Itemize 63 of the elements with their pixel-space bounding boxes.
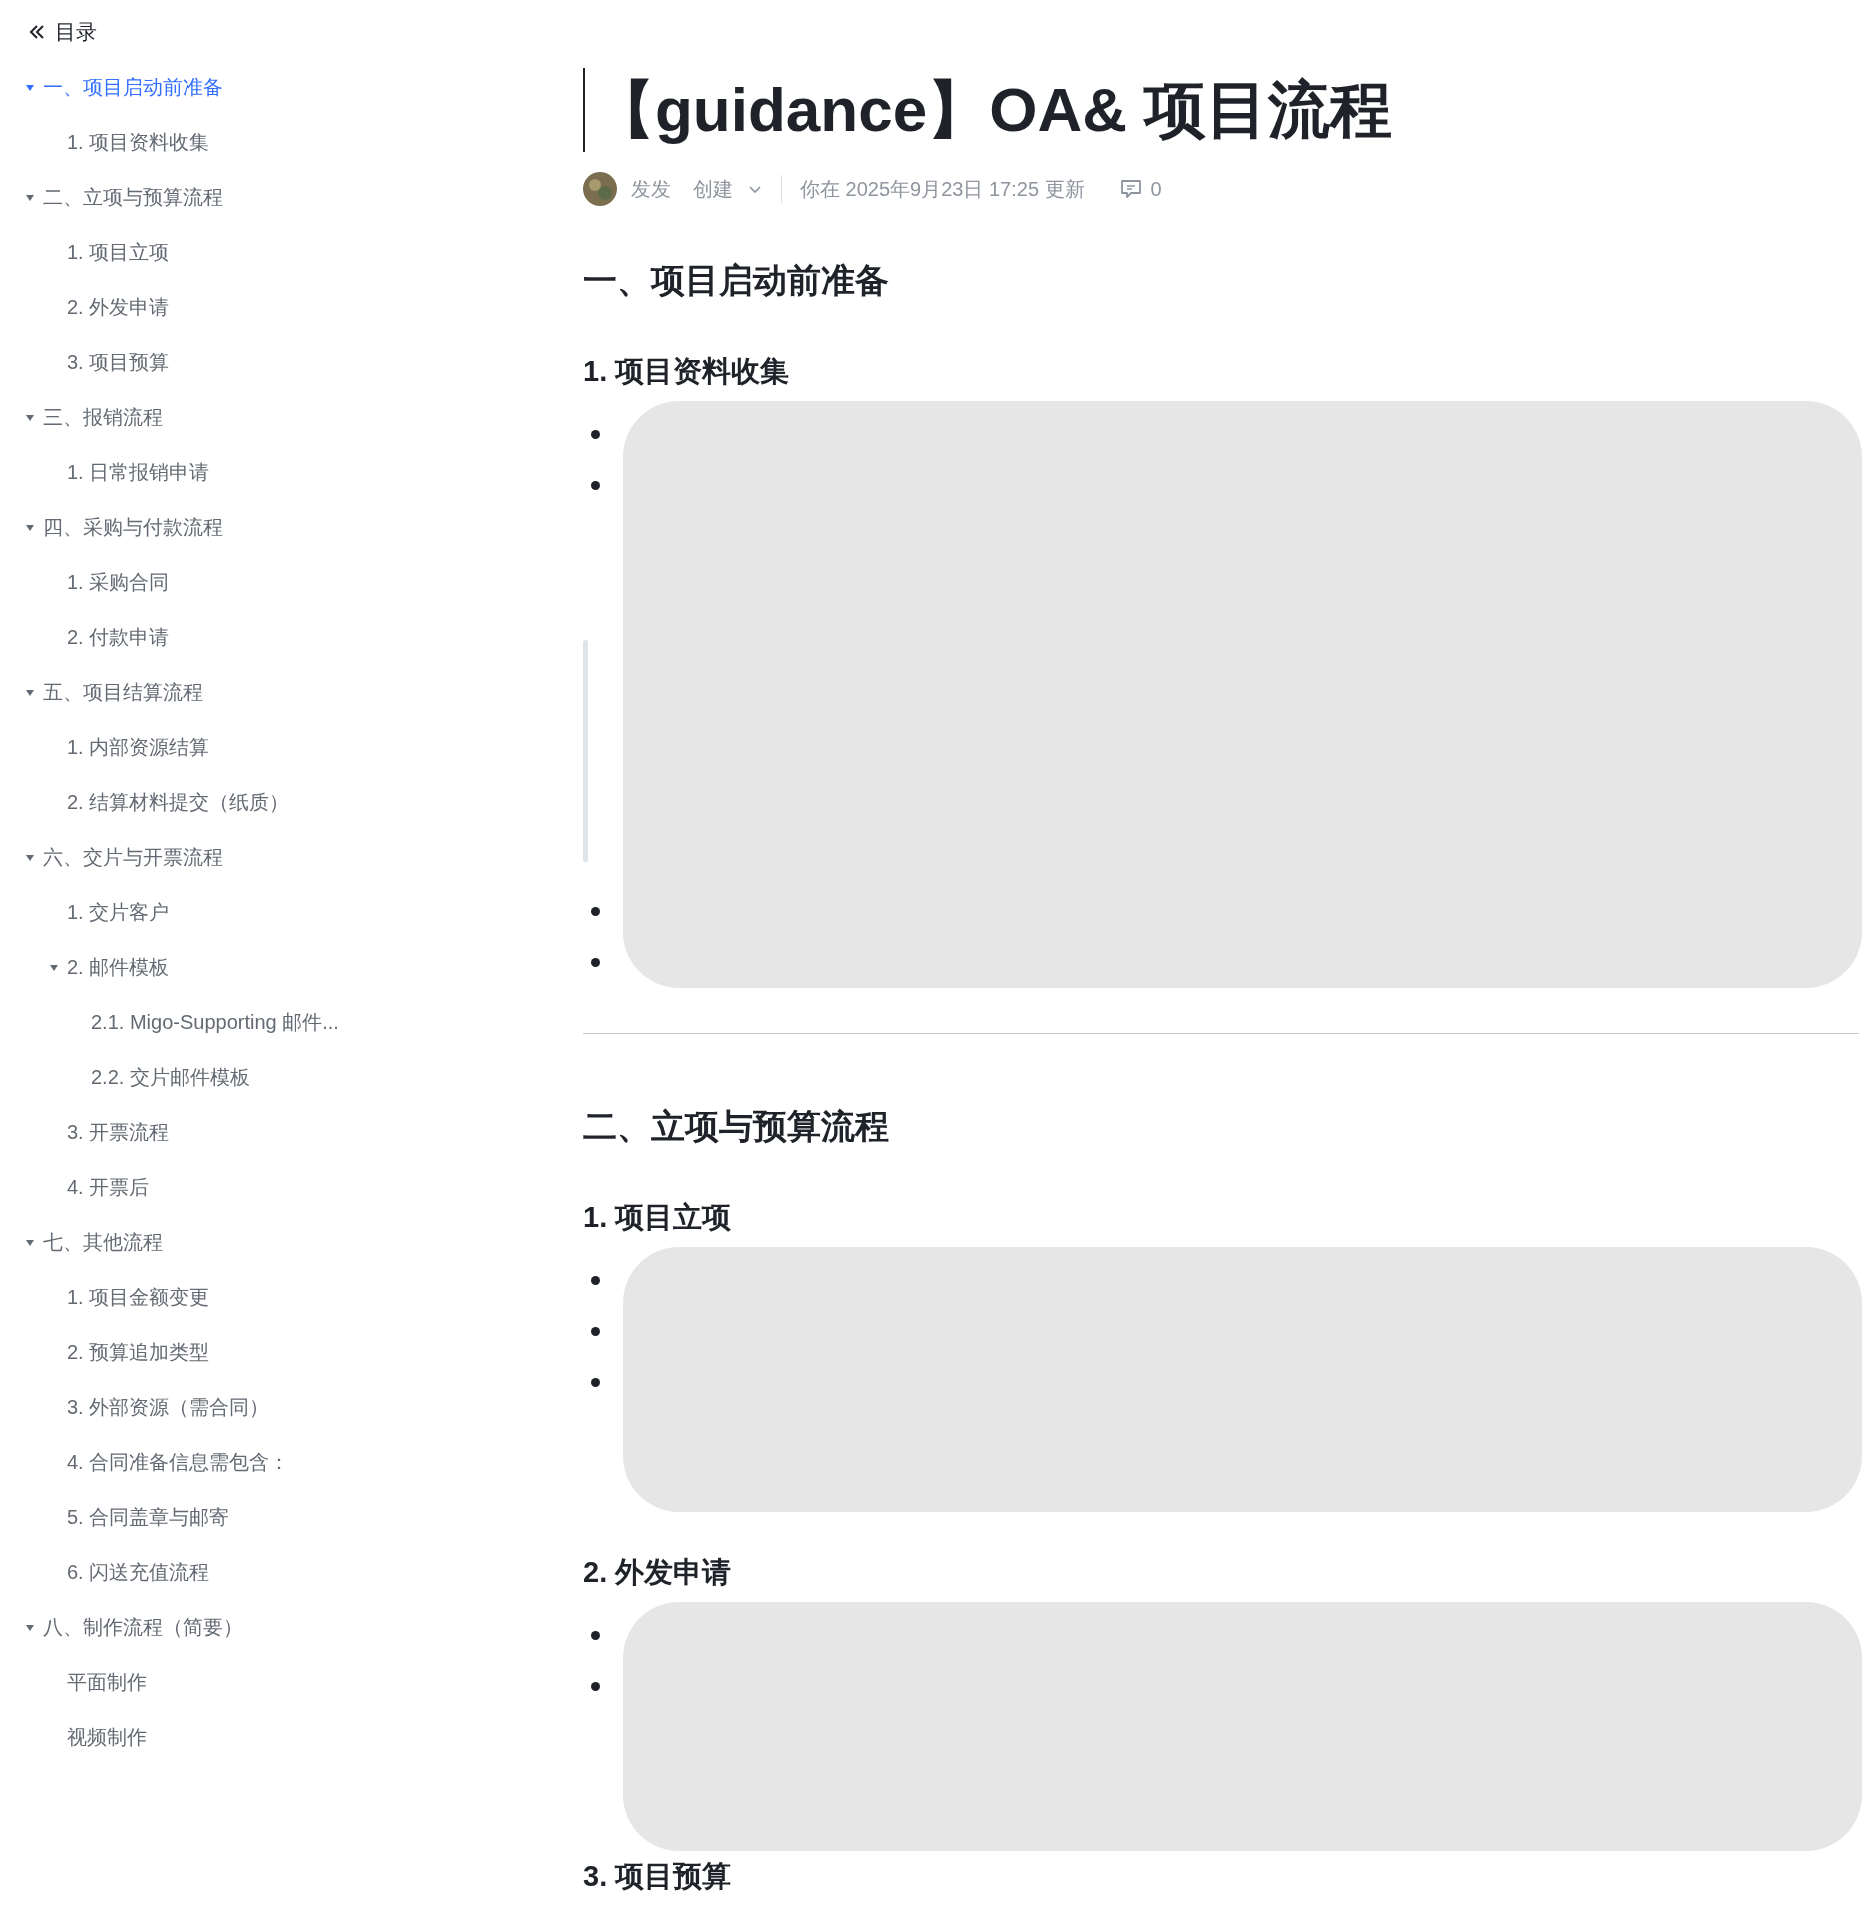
section-heading: 二、立项与预算流程 — [583, 1106, 890, 1147]
caret-down-icon[interactable] — [25, 852, 35, 863]
caret-down-icon[interactable] — [25, 82, 35, 93]
bullet-icon — [591, 958, 600, 967]
toc-item[interactable]: 七、其他流程 — [43, 1229, 163, 1256]
toc-item[interactable]: 2. 邮件模板 — [67, 954, 170, 981]
created-label: 创建 — [693, 176, 733, 202]
toc-item[interactable]: 3. 外部资源（需合同） — [67, 1394, 270, 1421]
toc-item[interactable]: 六、交片与开票流程 — [43, 844, 223, 871]
toc-item[interactable]: 1. 日常报销申请 — [67, 459, 210, 486]
author-name[interactable]: 发发 — [631, 175, 671, 203]
subsection-heading: 1. 项目立项 — [583, 1200, 733, 1235]
toc-item[interactable]: 4. 合同准备信息需包含： — [67, 1449, 290, 1476]
toc-item[interactable]: 1. 项目金额变更 — [67, 1284, 210, 1311]
toc-item[interactable]: 1. 采购合同 — [67, 569, 170, 596]
bullet-icon — [591, 1378, 600, 1387]
toc-item[interactable]: 2.2. 交片邮件模板 — [91, 1064, 250, 1091]
toc-item[interactable]: 2. 外发申请 — [67, 294, 170, 321]
bullet-icon — [591, 1682, 600, 1691]
bullet-icon — [591, 1276, 600, 1285]
toc-item[interactable]: 视频制作 — [67, 1724, 147, 1751]
caret-down-icon[interactable] — [25, 192, 35, 203]
updated-text: 你在 2025年9月23日 17:25 更新 — [800, 176, 1085, 202]
toc-item[interactable]: 四、采购与付款流程 — [43, 514, 223, 541]
toc-item[interactable]: 五、项目结算流程 — [43, 679, 203, 706]
comment-count: 0 — [1150, 177, 1162, 201]
toc-item[interactable]: 1. 交片客户 — [67, 899, 170, 926]
subsection-heading: 3. 项目预算 — [583, 1859, 733, 1894]
toc-title: 目录 — [55, 19, 97, 45]
bullet-icon — [591, 1327, 600, 1336]
avatar[interactable] — [583, 172, 617, 206]
toc-item[interactable]: 1. 项目立项 — [67, 239, 170, 266]
toc-item[interactable]: 2.1. Migo-Supporting 邮件... — [91, 1009, 339, 1036]
section-heading: 一、项目启动前准备 — [583, 260, 890, 301]
comment-icon[interactable] — [1118, 177, 1143, 201]
bullet-icon — [591, 430, 600, 439]
caret-down-icon[interactable] — [25, 687, 35, 698]
toc-item[interactable]: 6. 闪送充值流程 — [67, 1559, 210, 1586]
toc-item[interactable]: 2. 结算材料提交（纸质） — [67, 789, 290, 816]
toc-item[interactable]: 2. 预算追加类型 — [67, 1339, 210, 1366]
toc-item[interactable]: 三、报销流程 — [43, 404, 163, 431]
caret-down-icon[interactable] — [25, 522, 35, 533]
caret-down-icon[interactable] — [25, 412, 35, 423]
bullet-icon — [591, 907, 600, 916]
toc-item[interactable]: 1. 内部资源结算 — [67, 734, 210, 761]
subsection-heading: 1. 项目资料收集 — [583, 354, 791, 389]
document-title: 【guidance】OA& 项目流程 — [593, 74, 1393, 146]
bullet-icon — [591, 481, 600, 490]
toc-item[interactable]: 二、立项与预算流程 — [43, 184, 223, 211]
toc-item[interactable]: 5. 合同盖章与邮寄 — [67, 1504, 230, 1531]
toc-item[interactable]: 3. 项目预算 — [67, 349, 170, 376]
toc-item[interactable]: 2. 付款申请 — [67, 624, 170, 651]
caret-down-icon[interactable] — [25, 1622, 35, 1633]
subsection-heading: 2. 外发申请 — [583, 1555, 733, 1590]
toc-item[interactable]: 八、制作流程（简要） — [43, 1614, 243, 1641]
bullet-icon — [591, 1631, 600, 1640]
toc-item[interactable]: 3. 开票流程 — [67, 1119, 170, 1146]
toc-item[interactable]: 1. 项目资料收集 — [67, 129, 210, 156]
caret-down-icon[interactable] — [49, 962, 59, 973]
toc-item[interactable]: 平面制作 — [67, 1669, 147, 1696]
toc-item[interactable]: 一、项目启动前准备 — [43, 74, 223, 101]
toc-item[interactable]: 4. 开票后 — [67, 1174, 150, 1201]
caret-down-icon[interactable] — [25, 1237, 35, 1248]
